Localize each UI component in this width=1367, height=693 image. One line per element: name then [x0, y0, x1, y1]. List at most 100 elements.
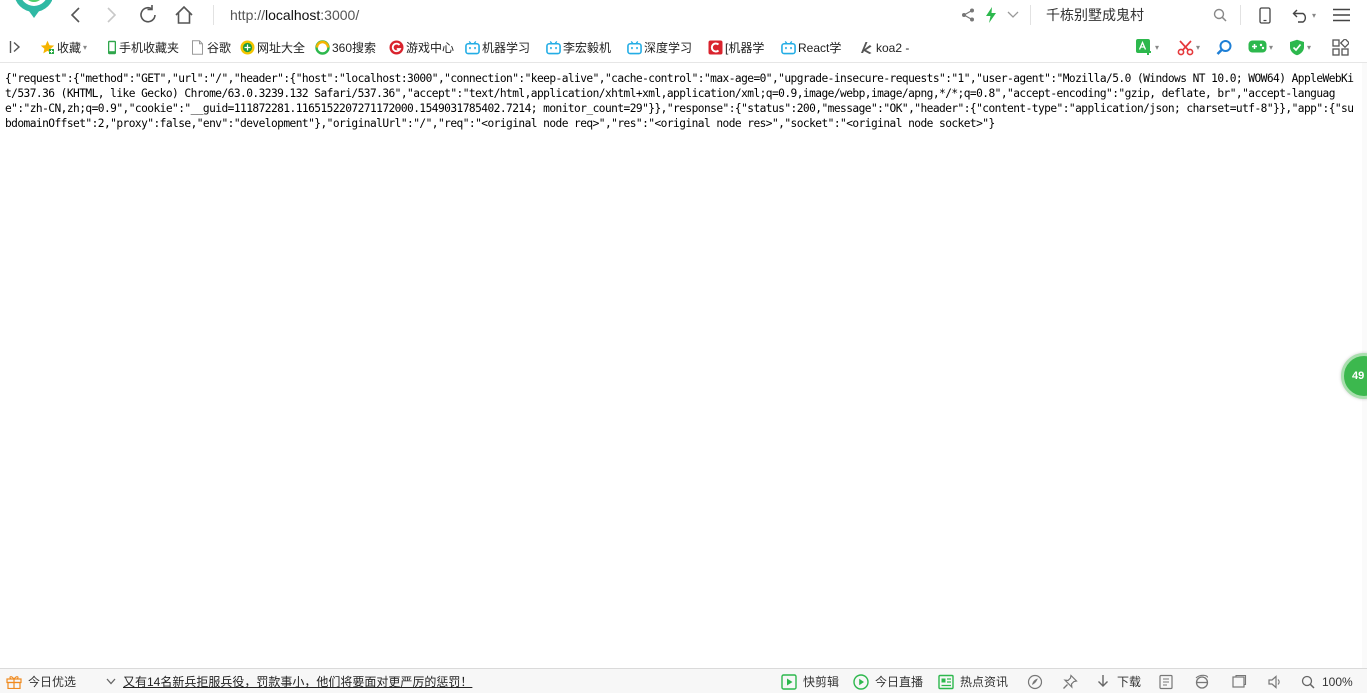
browser-logo-icon[interactable] — [6, 0, 52, 24]
chevron-down-icon — [105, 674, 117, 690]
security-extension-button[interactable]: ▾ — [1289, 38, 1311, 56]
phone-icon — [106, 40, 117, 55]
lightning-icon — [986, 7, 996, 23]
undo-caret-icon: ▾ — [1311, 10, 1316, 20]
zoom-level: 100% — [1322, 674, 1353, 689]
hot-news-button[interactable]: 热点资讯 — [938, 673, 1008, 690]
undo-close-button[interactable]: ▾ — [1288, 5, 1320, 25]
download-button[interactable]: 下载 — [1095, 673, 1141, 690]
accelerator-button[interactable] — [1027, 673, 1049, 690]
search-input[interactable]: 千栋别墅成鬼村 — [1039, 4, 1233, 26]
speaker-icon — [1267, 674, 1283, 690]
bookmark-label: 游戏中心 — [406, 41, 455, 55]
json-response-text: {"request":{"method":"GET","url":"/","he… — [5, 72, 1354, 130]
mute-button[interactable] — [1267, 673, 1289, 690]
bookmark-label: koa2 - — [876, 40, 910, 55]
bookmark-koa2[interactable]: koa2 - — [859, 39, 909, 56]
mobile-view-button[interactable] — [1256, 5, 1274, 25]
speed-swirl-icon — [1027, 674, 1043, 690]
today-live-label: 今日直播 — [875, 675, 924, 689]
phone-icon — [1259, 6, 1271, 24]
newspaper-icon — [938, 674, 954, 690]
sidebar-toggle-button[interactable] — [9, 38, 21, 56]
window-restore-button[interactable] — [1231, 673, 1253, 690]
translate-extension-button[interactable]: ▾ — [1135, 38, 1159, 56]
search-end-divider — [1240, 5, 1241, 25]
news-headline-link[interactable]: 又有14名新兵拒服兵役，罚款事小，他们将要面对更严厉的惩罚！ — [123, 673, 472, 690]
today-picks-label: 今日优选 — [28, 675, 77, 689]
chevron-left-icon — [70, 7, 80, 23]
forward-button[interactable] — [99, 3, 123, 27]
bookmark-site-directory[interactable]: 网址大全 — [240, 39, 305, 56]
bookmarks-bar: 收藏 ▾ 手机收藏夹 谷歌 网址大全 360搜索 游戏中心 机器学习 李宏毅机 … — [0, 31, 1367, 63]
bilibili-icon — [546, 40, 561, 55]
bookmark-machine-learning[interactable]: 机器学习 — [465, 39, 530, 56]
koa-icon — [859, 40, 874, 55]
home-icon — [175, 5, 193, 24]
gamepad-icon — [1248, 40, 1267, 53]
share-button[interactable] — [960, 6, 976, 24]
bookmark-label: 机器学习 — [482, 41, 531, 55]
download-label: 下载 — [1117, 675, 1142, 689]
game-extension-button[interactable]: ▾ — [1248, 38, 1273, 56]
bookmark-label: [机器学 — [725, 41, 765, 55]
chevron-down-icon — [1007, 11, 1019, 18]
status-bar: 今日优选 又有14名新兵拒服兵役，罚款事小，他们将要面对更严厉的惩罚！ 快剪辑 … — [0, 668, 1367, 693]
hot-news-label: 热点资讯 — [960, 675, 1009, 689]
top-toolbar: http://localhost:3000/ 千栋别墅成鬼村 ▾ — [0, 0, 1367, 31]
play-circle-icon — [853, 673, 869, 690]
news-ticker[interactable]: 又有14名新兵拒服兵役，罚款事小，他们将要面对更严厉的惩罚！ — [105, 673, 472, 690]
apps-button[interactable] — [1332, 38, 1349, 56]
favorites-caret-icon: ▾ — [83, 43, 88, 52]
bookmark-label: 收藏 — [57, 41, 82, 55]
search-divider — [1030, 5, 1031, 25]
url-host: localhost — [265, 7, 321, 23]
red-c-icon — [708, 40, 723, 55]
speed-mode-button[interactable] — [983, 6, 999, 24]
gift-icon — [6, 674, 22, 690]
video-clip-icon — [781, 673, 797, 690]
gamepad-caret-icon: ▾ — [1269, 42, 1274, 52]
bookmark-deep-learning[interactable]: 深度学习 — [627, 39, 692, 56]
main-menu-button[interactable] — [1330, 5, 1352, 25]
quick-clip-button[interactable]: 快剪辑 — [781, 673, 839, 690]
bookmark-game-center[interactable]: 游戏中心 — [389, 39, 454, 56]
today-live-button[interactable]: 今日直播 — [853, 673, 923, 690]
bookmark-label: 谷歌 — [207, 41, 232, 55]
bookmark-mobile-favorites[interactable]: 手机收藏夹 — [106, 39, 179, 56]
today-picks-button[interactable]: 今日优选 — [6, 673, 76, 690]
back-button[interactable] — [64, 3, 88, 27]
share-icon — [962, 8, 974, 22]
game-center-icon — [389, 40, 404, 55]
bookmark-ml-csdn[interactable]: [机器学 — [708, 39, 764, 56]
screenshot-extension-button[interactable]: ▾ — [1177, 38, 1200, 56]
float-ball-value: 49 — [1352, 370, 1365, 382]
bookmark-google[interactable]: 谷歌 — [190, 39, 231, 56]
bookmark-react[interactable]: React学 — [781, 39, 841, 56]
search-button[interactable] — [1211, 6, 1229, 24]
bookmark-label: 深度学习 — [644, 41, 693, 55]
notes-button[interactable] — [1158, 673, 1180, 690]
url-scheme: http:// — [230, 7, 266, 23]
shield-icon — [1290, 39, 1304, 55]
find-extension-button[interactable] — [1216, 38, 1233, 56]
undo-icon — [1292, 9, 1307, 23]
scissors-icon — [1177, 39, 1194, 55]
bookmark-li-hongyi[interactable]: 李宏毅机 — [546, 39, 611, 56]
ie-mode-button[interactable] — [1194, 673, 1216, 690]
bookmark-label: 李宏毅机 — [563, 41, 612, 55]
zoom-control[interactable]: 100% — [1300, 673, 1353, 690]
home-button[interactable] — [172, 3, 196, 27]
pin-button[interactable] — [1062, 673, 1084, 690]
engine-dropdown-button[interactable] — [1005, 7, 1021, 23]
search-text: 千栋别墅成鬼村 — [1046, 7, 1144, 23]
bookmark-360-search[interactable]: 360搜索 — [315, 39, 376, 56]
reload-icon — [140, 5, 156, 23]
address-bar[interactable]: http://localhost:3000/ — [230, 4, 930, 26]
reload-button[interactable] — [136, 3, 160, 27]
search-360-icon — [315, 40, 330, 55]
bookmark-label: React学 — [798, 41, 842, 55]
bookmark-label: 手机收藏夹 — [119, 41, 180, 55]
bookmark-favorites[interactable]: 收藏 ▾ — [40, 39, 87, 56]
pin-icon — [1062, 673, 1078, 690]
